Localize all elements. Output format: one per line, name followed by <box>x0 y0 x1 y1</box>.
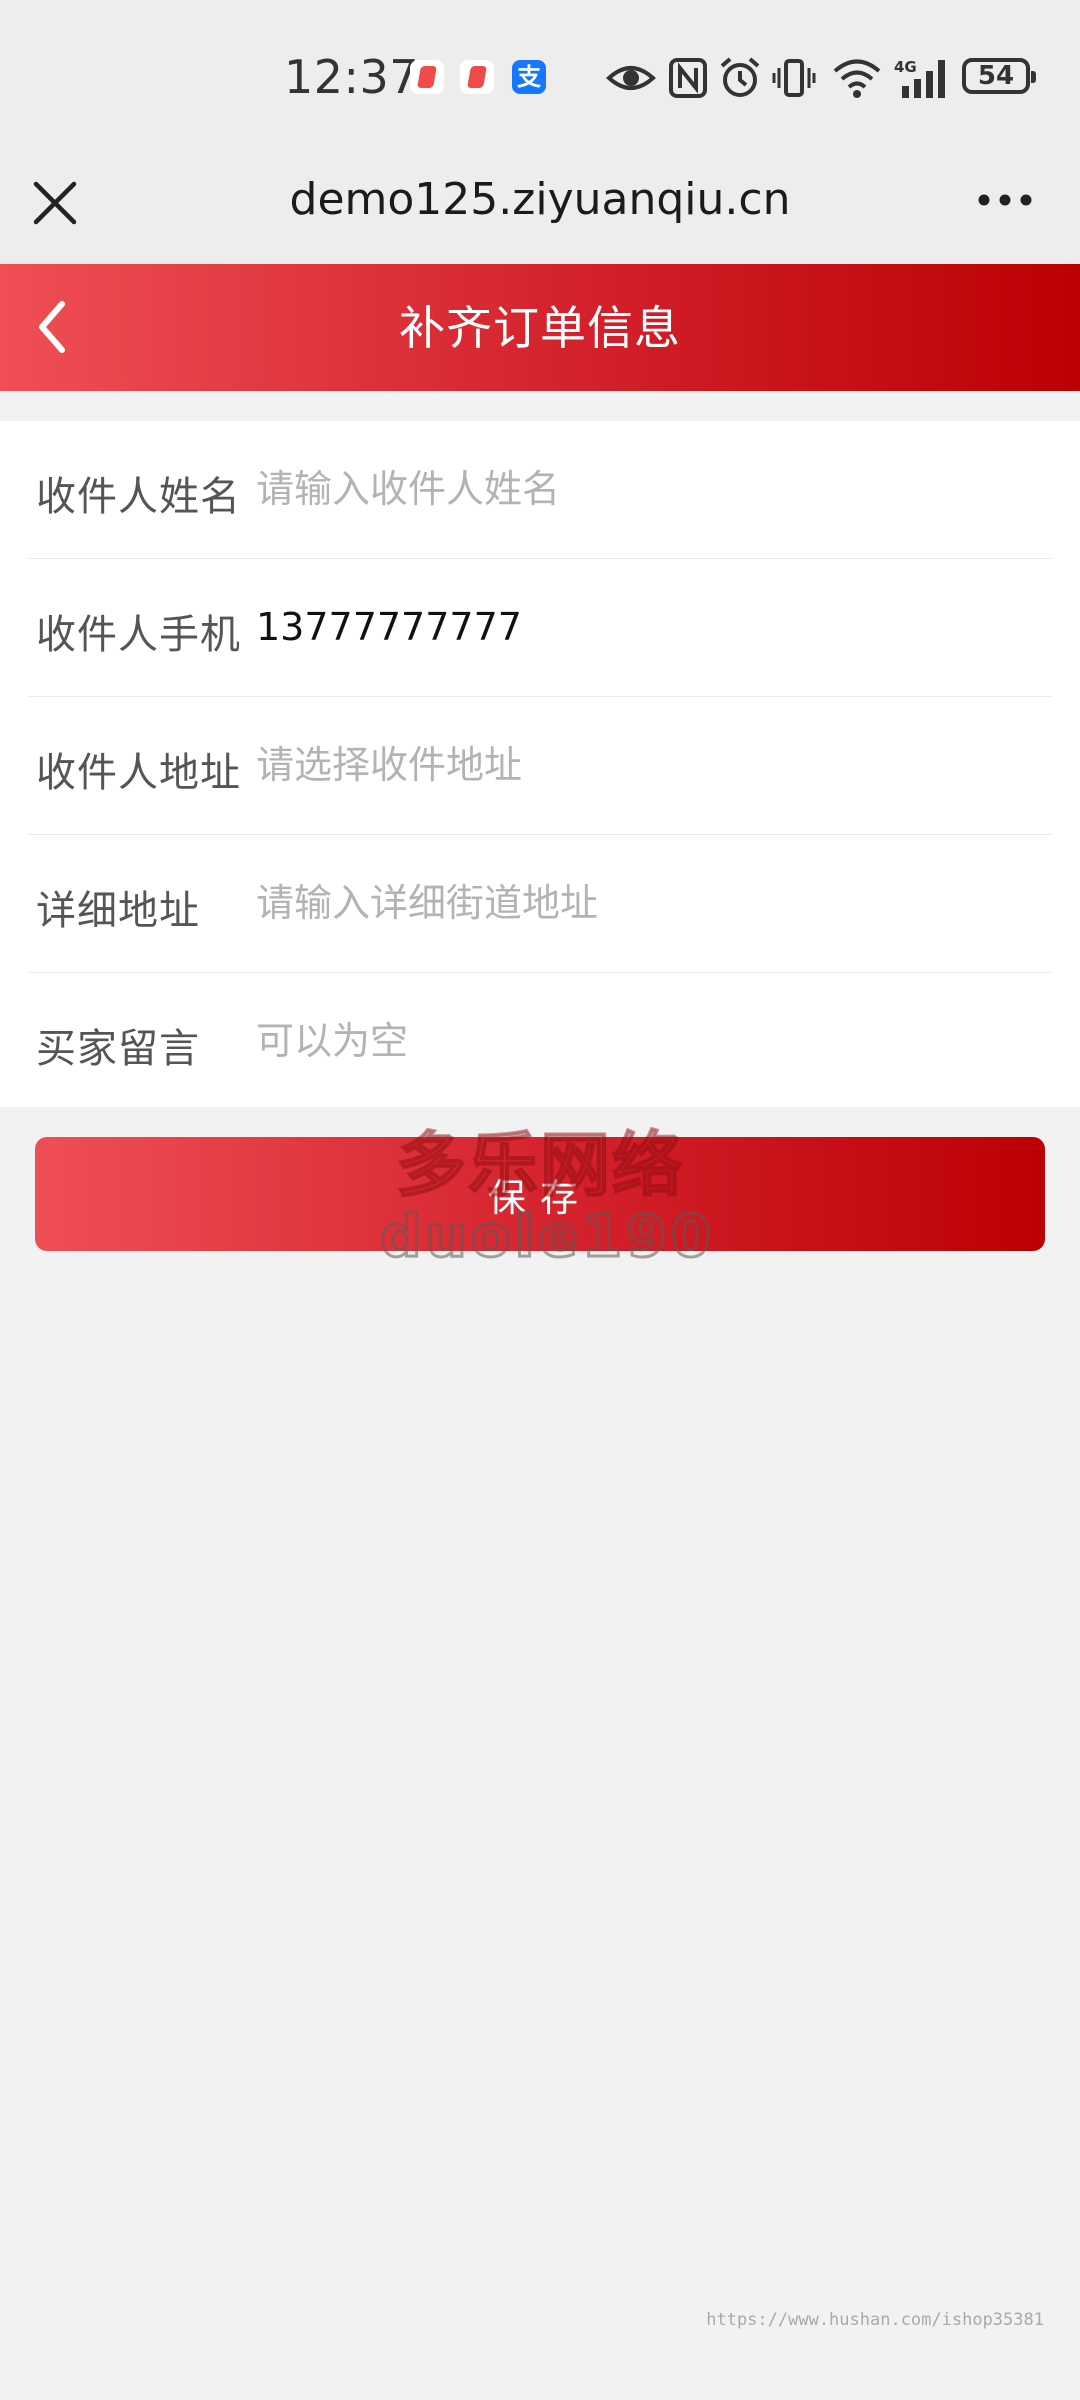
app-red-icon <box>460 60 494 94</box>
field-label: 收件人手机 <box>36 612 241 658</box>
footer-url: https://www.hushan.com/ishop35381 <box>706 2310 1044 2330</box>
battery-indicator: 54 <box>962 58 1036 94</box>
receiver-name-input[interactable] <box>256 451 1046 527</box>
status-time: 12:37 <box>284 50 420 104</box>
buyer-message-input[interactable] <box>256 1003 1046 1079</box>
alarm-icon <box>720 57 760 97</box>
alipay-icon: 支 <box>512 60 546 94</box>
form-row-address: 收件人地址 <box>28 697 1052 835</box>
save-button[interactable]: 保存 <box>35 1137 1045 1251</box>
receiver-address-picker[interactable] <box>256 727 1046 803</box>
receiver-phone-input[interactable] <box>256 589 1046 665</box>
field-label: 买家留言 <box>36 1026 200 1072</box>
page-title: 补齐订单信息 <box>399 301 681 355</box>
field-label: 详细地址 <box>36 888 200 934</box>
form-row-phone: 收件人手机 <box>28 559 1052 697</box>
order-form: 收件人姓名 收件人手机 收件人地址 详细地址 买家留言 <box>0 421 1080 1107</box>
status-bar: 12:37 支 4G 54 <box>0 0 1080 152</box>
svg-text:4G: 4G <box>894 58 917 76</box>
eye-icon <box>606 66 656 90</box>
close-icon[interactable] <box>30 178 80 228</box>
form-row-message: 买家留言 <box>28 973 1052 1110</box>
browser-url: demo125.ziyuanqiu.cn <box>289 174 791 225</box>
wifi-icon <box>833 59 881 98</box>
field-label: 收件人地址 <box>36 750 241 796</box>
field-label: 收件人姓名 <box>36 474 241 520</box>
nfc-icon <box>669 58 707 98</box>
form-row-name: 收件人姓名 <box>28 421 1052 559</box>
form-row-detail-address: 详细地址 <box>28 835 1052 973</box>
page-header: 补齐订单信息 <box>0 264 1080 391</box>
browser-bar: demo125.ziyuanqiu.cn <box>0 152 1080 264</box>
signal-4g-icon: 4G <box>894 58 945 98</box>
app-red-icon <box>410 60 444 94</box>
detail-address-input[interactable] <box>256 865 1046 941</box>
vibrate-icon <box>772 59 816 97</box>
more-icon[interactable] <box>976 180 1034 220</box>
